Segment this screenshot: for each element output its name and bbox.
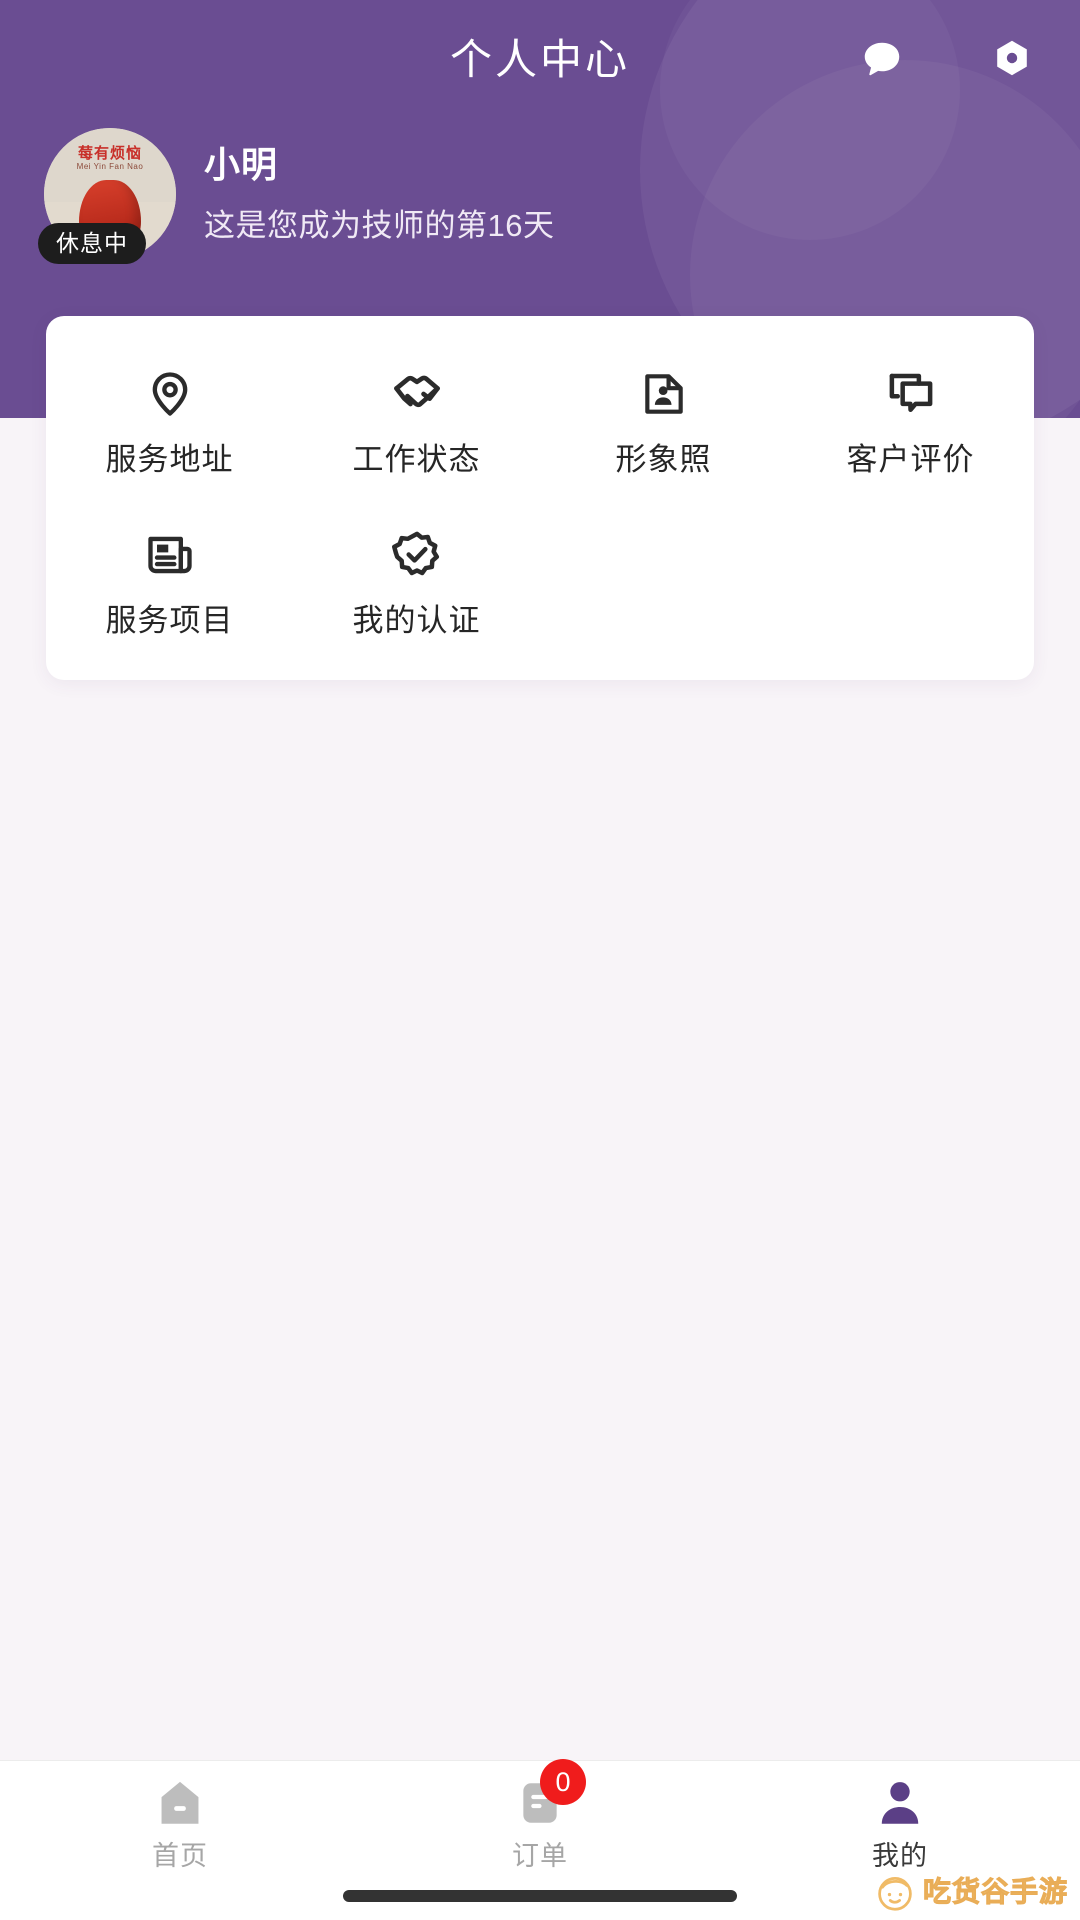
tab-mine[interactable]: 我的 — [720, 1775, 1080, 1870]
tab-home[interactable]: 首页 — [0, 1775, 360, 1870]
avatar-brand-text: 莓有烦恼 — [77, 145, 142, 162]
menu-item-service-address[interactable]: 服务地址 — [46, 346, 293, 485]
menu-item-label: 工作状态 — [352, 442, 481, 477]
person-icon — [872, 1775, 928, 1831]
handshake-icon — [387, 364, 447, 424]
avatar-wrapper[interactable]: 莓有烦恼 Mei Yin Fan Nao 休息中 — [38, 128, 176, 264]
home-indicator[interactable] — [343, 1890, 737, 1902]
tab-label: 我的 — [872, 1841, 928, 1871]
menu-grid: 服务地址 工作状态 形象照 客户评价 服务项目 我的认证 — [46, 346, 1034, 646]
menu-card: 服务地址 工作状态 形象照 客户评价 服务项目 我的认证 — [46, 316, 1034, 680]
status-badge[interactable]: 休息中 — [38, 222, 146, 264]
menu-item-profile-photo[interactable]: 形象照 — [540, 346, 787, 485]
tab-label: 首页 — [152, 1841, 208, 1871]
tab-orders[interactable]: 0 订单 — [360, 1759, 720, 1871]
settings-icon[interactable] — [984, 32, 1040, 88]
verified-badge-icon — [387, 525, 447, 585]
menu-item-my-certification[interactable]: 我的认证 — [293, 507, 540, 646]
location-pin-icon — [140, 364, 200, 424]
menu-item-label: 客户评价 — [846, 442, 975, 477]
tab-label: 订单 — [512, 1841, 568, 1871]
user-subtitle: 这是您成为技师的第16天 — [204, 208, 555, 243]
menu-item-label: 服务项目 — [105, 603, 234, 638]
menu-item-label: 形象照 — [615, 442, 712, 477]
title-actions — [854, 0, 1040, 120]
user-profile-row: 莓有烦恼 Mei Yin Fan Nao 休息中 小明 这是您成为技师的第16天 — [38, 122, 944, 282]
menu-item-label: 我的认证 — [352, 603, 481, 638]
speech-bubbles-icon — [881, 364, 941, 424]
bottom-tab-bar: 首页 0 订单 我的 吃货谷手游 — [0, 1759, 1080, 1920]
id-photo-icon — [634, 364, 694, 424]
message-icon[interactable] — [854, 32, 910, 88]
tab-list: 首页 0 订单 我的 — [0, 1759, 1080, 1889]
avatar-brand-pinyin: Mei Yin Fan Nao — [76, 162, 144, 171]
menu-item-service-items[interactable]: 服务项目 — [46, 507, 293, 646]
menu-item-customer-reviews[interactable]: 客户评价 — [787, 346, 1034, 485]
menu-item-work-status[interactable]: 工作状态 — [293, 346, 540, 485]
newspaper-icon — [140, 525, 200, 585]
user-name: 小明 — [204, 144, 279, 185]
app-screen: 个人中心 莓有烦恼 Mei Yin Fan Nao 休息中 小明 这是您成为技师… — [0, 0, 1080, 1920]
orders-icon: 0 — [512, 1759, 586, 1831]
title-bar: 个人中心 — [0, 0, 1080, 120]
home-icon — [152, 1775, 208, 1831]
menu-item-label: 服务地址 — [105, 442, 234, 477]
order-count-badge: 0 — [540, 1759, 586, 1805]
